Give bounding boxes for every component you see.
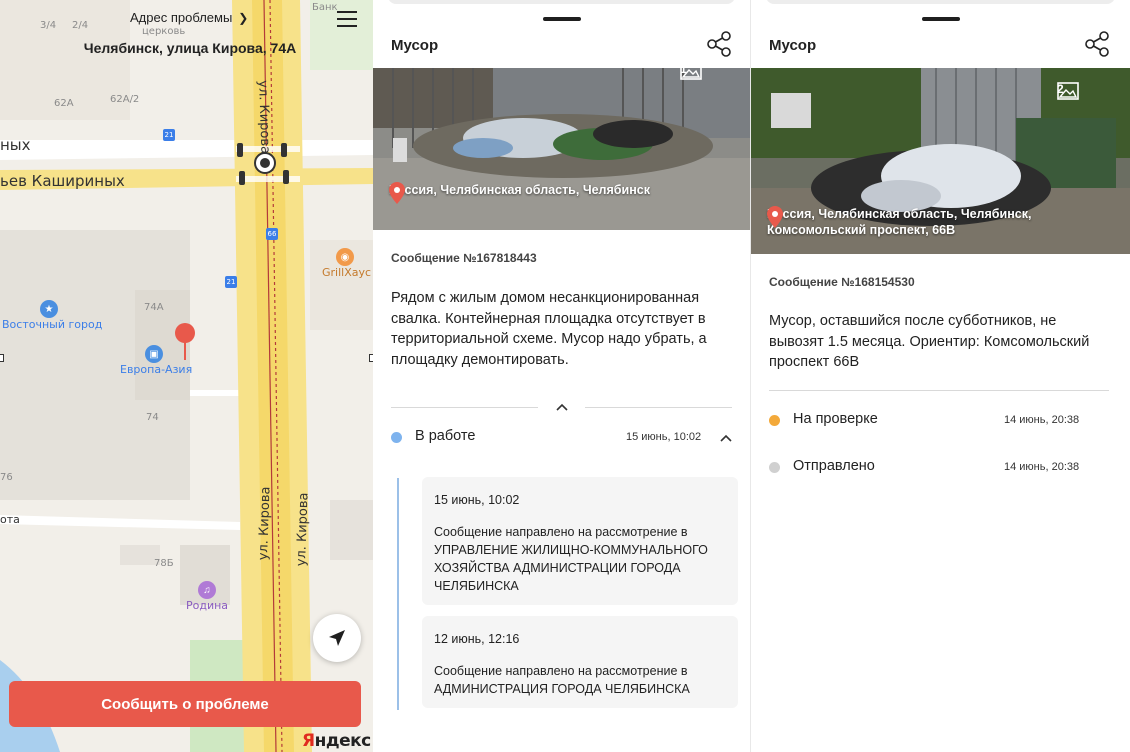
bus-stop-icon[interactable]: 66: [266, 228, 278, 240]
map-poi-vostochny[interactable]: Восточный город: [2, 318, 102, 331]
map-house-number: 62А: [54, 98, 74, 109]
card-category: Мусор: [769, 37, 817, 54]
previous-sheet-edge: [388, 0, 735, 4]
timeline-line: [397, 478, 399, 710]
map-edge-marker: [0, 354, 4, 362]
message-number: Сообщение №168154530: [769, 275, 915, 289]
map-house-number: 62А/2: [110, 94, 140, 105]
map-street-kirova: ул. Кирова: [256, 486, 274, 561]
status-time: 15 июнь, 10:02: [626, 431, 702, 443]
garbage-photo-image: [373, 68, 750, 230]
shopping-bag-icon[interactable]: ▣: [145, 345, 163, 363]
hamburger-line: [337, 18, 357, 20]
address-caption-label: Адрес проблемы: [130, 10, 233, 25]
map-poi-grillhaus[interactable]: GrillХаус: [322, 266, 371, 279]
status-label: На проверке: [793, 411, 878, 427]
map-house-number: 74А: [144, 302, 164, 313]
restaurant-icon[interactable]: ◉: [336, 248, 354, 266]
hamburger-line: [337, 11, 357, 13]
chevron-up-icon[interactable]: [555, 402, 569, 412]
problem-card[interactable]: Мусор: [750, 0, 1130, 752]
chevron-up-icon[interactable]: [719, 433, 733, 443]
divider: [769, 390, 1109, 391]
gallery-icon: [680, 68, 702, 80]
photo-location: Россия, Челябинская область, Челябинск: [389, 182, 650, 204]
yandex-logo-text: ндекс: [314, 731, 372, 751]
address-caption[interactable]: Адрес проблемы ❯: [130, 10, 248, 25]
timeline-entry: 15 июнь, 10:02 Сообщение направлено на р…: [422, 477, 738, 605]
map-street-label: ных: [0, 136, 31, 154]
share-icon[interactable]: [1083, 30, 1111, 58]
photo-location: Россия, Челябинская область, Челябинск, …: [767, 206, 1057, 238]
divider: [391, 407, 538, 408]
location-text: Россия, Челябинская область, Челябинск, …: [767, 207, 1032, 237]
map-street-kashirinykh: ьев Кашириных: [0, 172, 125, 190]
status-dot: [391, 432, 402, 443]
divider: [585, 407, 732, 408]
map-street-kirova: ул. Кирова: [294, 492, 312, 567]
status-label: В работе: [415, 428, 476, 444]
yandex-logo-letter: Я: [302, 731, 315, 751]
map-house-number: 78Б: [154, 558, 174, 569]
navigation-arrow-icon: [329, 630, 345, 646]
report-problem-button[interactable]: Сообщить о проблеме: [9, 681, 361, 727]
hamburger-line: [337, 25, 357, 27]
photo-count[interactable]: 2: [1057, 82, 1079, 100]
map-poi-evropa[interactable]: Европа-Азия: [120, 363, 192, 376]
card-category: Мусор: [391, 37, 439, 54]
previous-sheet-edge: [766, 0, 1115, 4]
map-street-kirova: ул. Кирова: [255, 80, 273, 155]
problem-card[interactable]: Мусор: [373, 0, 750, 752]
menu-button[interactable]: [334, 8, 360, 30]
message-text: Рядом с жилым домом несанкционированная …: [391, 290, 707, 368]
location-pin-icon: [767, 206, 783, 228]
location-text: Россия, Челябинская область, Челябинск: [389, 183, 650, 197]
timeline-entry: 12 июнь, 12:16 Сообщение направлено на р…: [422, 616, 738, 708]
share-icon[interactable]: [705, 30, 733, 58]
address-header[interactable]: Адрес проблемы ❯ Челябинск, улица Кирова,…: [0, 0, 373, 70]
status-dot: [769, 415, 780, 426]
status-label: Отправлено: [793, 458, 875, 474]
status-row[interactable]: В работе 15 июнь, 10:02: [391, 426, 732, 450]
map-house-number: 76: [0, 472, 13, 483]
map-street-label: ота: [0, 513, 20, 526]
message-text: Мусор, оставшийся после субботников, не …: [769, 313, 1090, 370]
status-time: 14 июнь, 20:38: [1004, 461, 1080, 473]
status-row: На проверке 14 июнь, 20:38: [769, 409, 1112, 433]
photo-count[interactable]: 1: [680, 68, 702, 80]
status-dot: [769, 462, 780, 473]
bus-stop-icon[interactable]: 21: [225, 276, 237, 288]
chevron-right-icon: ❯: [238, 11, 249, 25]
message-number: Сообщение №167818443: [391, 251, 537, 265]
mall-icon[interactable]: ★: [40, 300, 58, 318]
gallery-icon: [1057, 82, 1079, 100]
map-poi-rodina[interactable]: Родина: [186, 599, 228, 612]
locate-button[interactable]: [313, 614, 361, 662]
app-root: 3/4 2/4 церковь Банк 62А 62А/2 ных ьев К…: [0, 0, 1130, 752]
timeline-date: 15 июнь, 10:02: [434, 493, 520, 507]
status-time: 14 июнь, 20:38: [1004, 414, 1080, 426]
bus-stop-icon[interactable]: 21: [163, 129, 175, 141]
location-pin-icon: [389, 182, 405, 204]
drag-handle[interactable]: [542, 17, 581, 21]
timeline-text: Сообщение направлено на рассмотрение в А…: [434, 664, 690, 696]
timeline-date: 12 июнь, 12:16: [434, 632, 520, 646]
address-value: Челябинск, улица Кирова, 74А: [83, 40, 297, 56]
map-panel[interactable]: 3/4 2/4 церковь Банк 62А 62А/2 ных ьев К…: [0, 0, 373, 752]
timeline-text: Сообщение направлено на рассмотрение в У…: [434, 525, 708, 593]
map-pin-icon[interactable]: [174, 322, 196, 362]
problem-photo[interactable]: 1 Россия, Челябинская область, Челябинск: [373, 68, 750, 230]
drag-handle[interactable]: [921, 17, 960, 21]
problem-photo[interactable]: 2 Россия, Челябинская область, Челябинск…: [751, 68, 1130, 254]
cinema-icon[interactable]: ♫: [198, 581, 216, 599]
yandex-logo[interactable]: Яндекс: [302, 731, 371, 751]
status-row: Отправлено 14 июнь, 20:38: [769, 456, 1112, 480]
map-house-number: 74: [146, 412, 159, 423]
